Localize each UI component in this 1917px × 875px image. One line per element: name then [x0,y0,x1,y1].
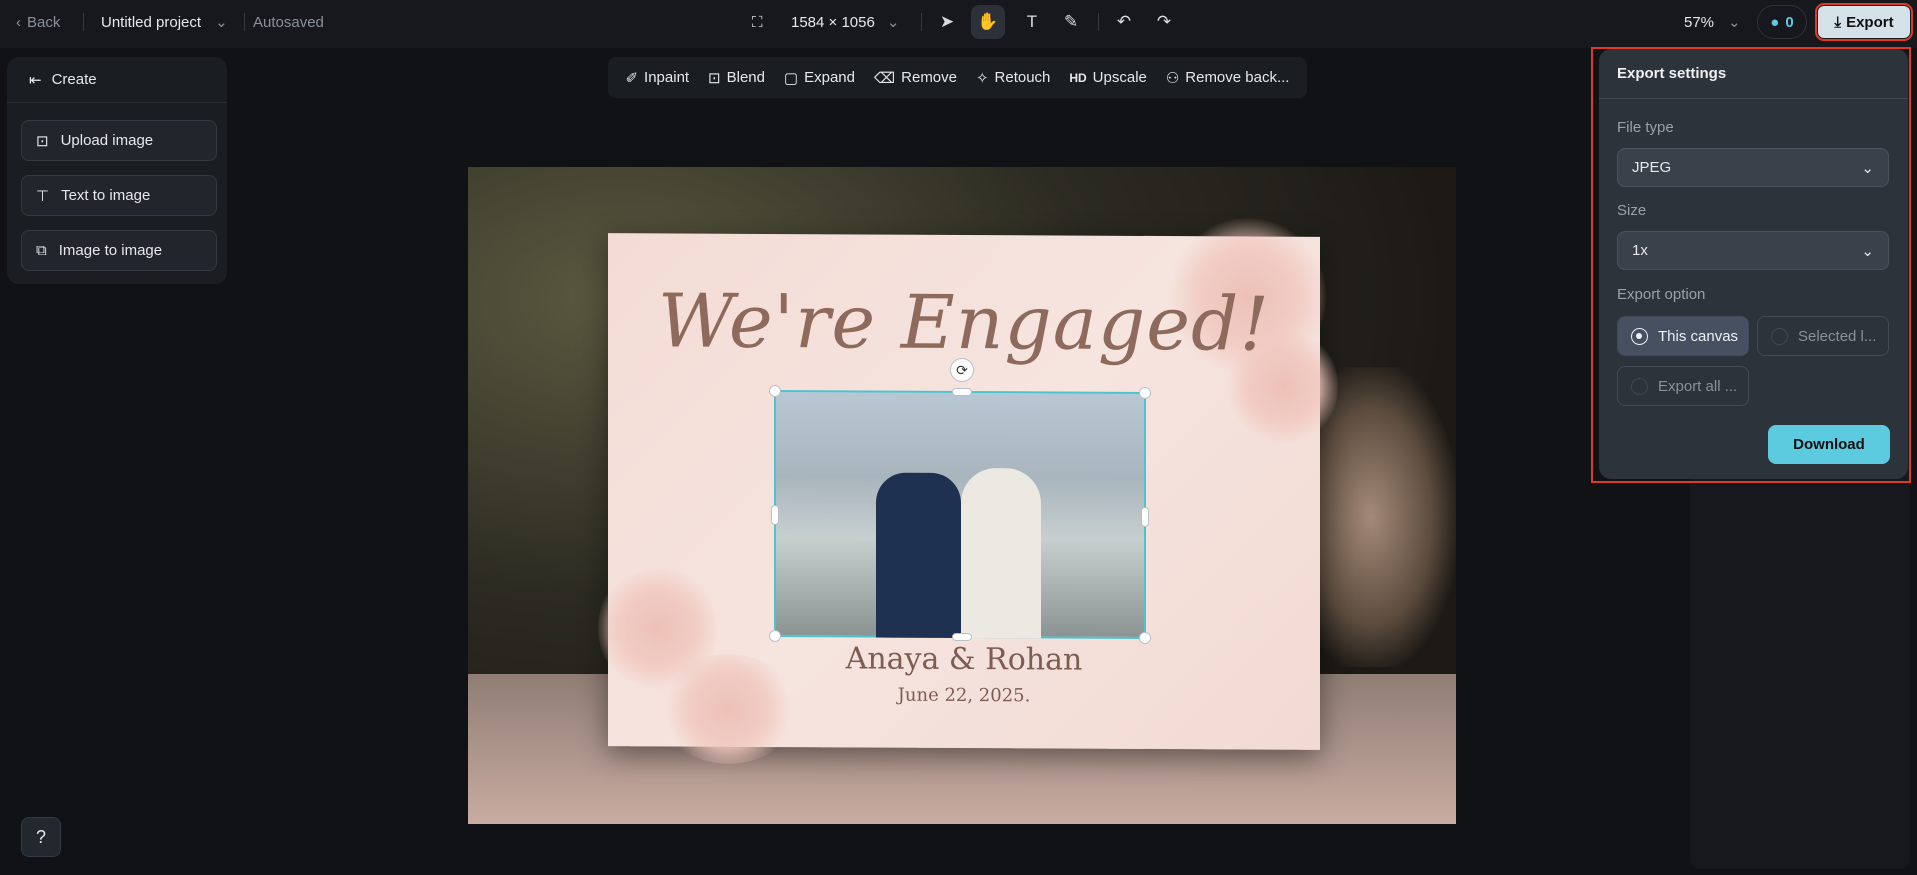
image-to-image-icon: ⧉ [36,242,47,259]
retouch-button[interactable]: ✧ Retouch [976,69,1050,87]
expand-button[interactable]: ▢ Expand [784,69,855,87]
card-title[interactable]: We're Engaged! [608,278,1320,368]
image-to-image-button[interactable]: ⧉ Image to image [21,230,217,271]
text-to-image-icon: ⊤ [36,187,50,205]
canvas-artboard[interactable]: We're Engaged! ⟳ Anaya & Rohan June 22, … [468,167,1456,824]
create-panel: ⇤ Create ⊡ Upload image ⊤ Text to image ⧉ Im… [7,57,227,284]
text-to-image-button[interactable]: ⊤ Text to image [21,175,217,216]
blend-button[interactable]: ⊡ Blend [708,69,765,87]
arrow-left-icon: ⇤ [29,71,42,89]
rotate-handle-icon[interactable]: ⟳ [950,357,974,383]
engagement-card: We're Engaged! ⟳ Anaya & Rohan June 22, … [598,216,1338,765]
redo-icon[interactable]: ↷ [1147,5,1181,39]
eraser-icon: ⌫ [873,69,896,87]
expand-icon: ▢ [783,69,799,87]
upload-image-button[interactable]: ⊡ Upload image [21,120,217,161]
resize-icon[interactable]: ⛶ [752,0,763,44]
credits-badge[interactable]: ● 0 [1757,5,1807,39]
canvas-size-dropdown[interactable]: 1584 × 1056 ⌄ [791,0,899,44]
inpaint-button[interactable]: ✐ Inpaint [625,69,689,87]
retouch-icon: ✧ [975,69,989,87]
undo-icon[interactable]: ↶ [1107,5,1141,39]
save-status: Autosaved [253,13,324,31]
credits-icon: ● [1770,13,1780,31]
chevron-down-icon: ⌄ [215,14,228,31]
photo-bride [961,467,1041,639]
hand-tool-icon[interactable]: ✋ [971,5,1005,39]
photo-groom [876,472,961,638]
resize-handle[interactable] [952,387,972,397]
upscale-button[interactable]: HD Upscale [1069,69,1147,86]
remove-button[interactable]: ⌫ Remove [874,69,957,87]
text-tool-icon[interactable]: T [1015,5,1049,39]
remove-background-icon: ⚇ [1165,69,1180,87]
resize-handle[interactable] [771,504,779,526]
ai-tools-bar: ✐ Inpaint ⊡ Blend ▢ Expand ⌫ Remove ✧ Retouch… [608,57,1307,98]
remove-background-button[interactable]: ⚇ Remove back... [1166,69,1290,87]
zoom-dropdown[interactable]: 57% ⌄ [1684,0,1741,44]
top-bar: ‹ Back Untitled project ⌄ Autosaved ⛶ 1584… [0,0,1917,48]
selected-photo[interactable] [769,384,1151,644]
back-button[interactable]: ‹ Back [16,0,60,44]
select-tool-icon[interactable]: ➤ [930,5,964,39]
card-names[interactable]: Anaya & Rohan [608,640,1320,679]
resize-handle[interactable] [1141,506,1149,527]
chevron-down-icon: ⌄ [886,14,900,31]
download-icon: ⤓ [1834,13,1842,31]
project-name-dropdown[interactable]: Untitled project ⌄ [101,0,228,44]
brush-tool-icon[interactable]: ✎ [1054,5,1088,39]
chevron-down-icon: ⌄ [1728,14,1741,31]
create-header[interactable]: ⇤ Create [7,57,227,103]
upload-image-icon: ⊡ [36,132,49,150]
resize-handle[interactable] [952,632,972,642]
inpaint-icon: ✐ [625,69,639,87]
export-button[interactable]: ⤓ Export [1815,3,1913,41]
blend-icon: ⊡ [708,69,721,87]
highlight-outline [1591,47,1911,483]
help-icon[interactable]: ? [21,817,61,857]
chevron-left-icon: ‹ [16,13,21,31]
resize-handle[interactable] [1139,386,1151,399]
card-date[interactable]: June 22, 2025. [608,683,1320,708]
hd-icon: HD [1069,70,1087,85]
resize-handle[interactable] [769,384,781,398]
